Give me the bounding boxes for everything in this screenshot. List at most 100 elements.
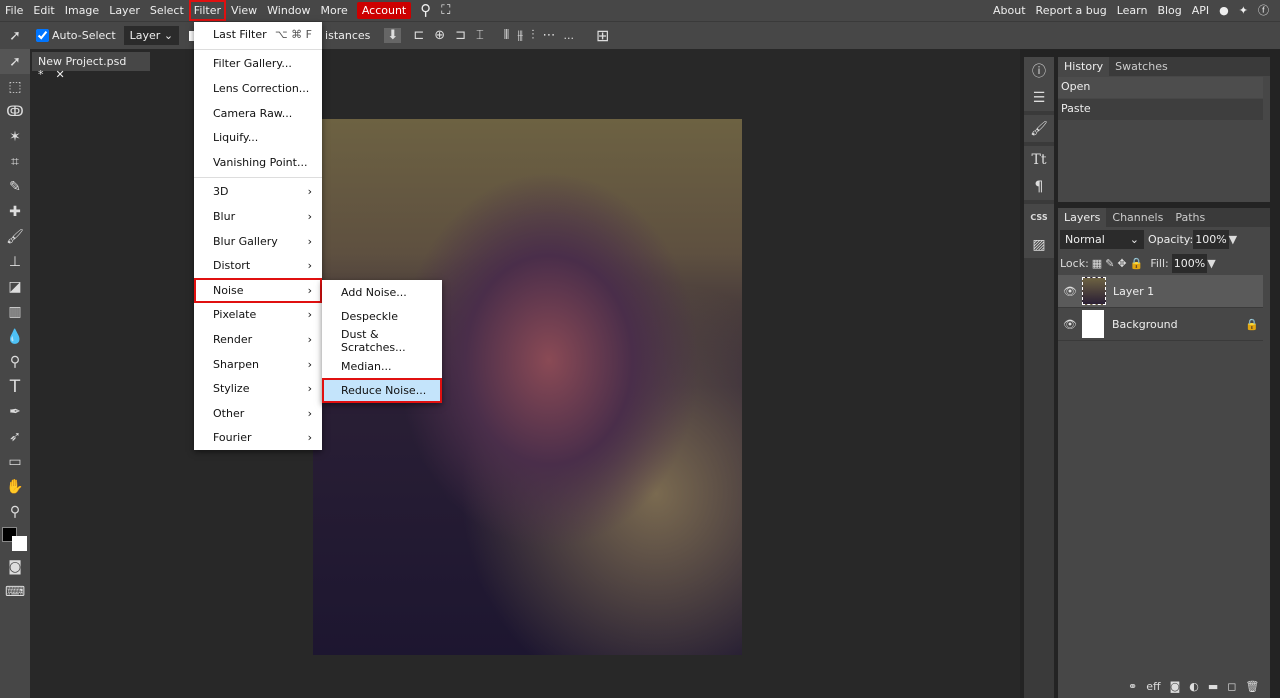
account-button[interactable]: Account — [356, 2, 412, 19]
link-api[interactable]: API — [1187, 0, 1214, 21]
eraser-tool-icon[interactable]: ◪ — [0, 274, 30, 299]
menu-view[interactable]: View — [226, 0, 262, 21]
menu-item-stylize[interactable]: Stylize › — [194, 376, 322, 401]
align-icons[interactable]: ⊏⊕⊐⌶ — [413, 28, 493, 43]
brush-settings-icon[interactable]: 🖌 — [1024, 115, 1054, 142]
background-color[interactable] — [12, 536, 27, 551]
path-select-icon[interactable]: ➶ — [0, 424, 30, 449]
close-icon[interactable]: ✕ — [56, 68, 65, 81]
dodge-tool-icon[interactable]: ⚲ — [0, 349, 30, 374]
tab-history[interactable]: History — [1058, 57, 1110, 76]
layer-row[interactable]: 👁 Layer 1 — [1058, 275, 1263, 308]
shape-tool-icon[interactable]: ▭ — [0, 449, 30, 474]
visibility-eye-icon[interactable]: 👁 — [1058, 318, 1082, 331]
effects-icon[interactable]: eff — [1146, 680, 1160, 693]
menu-item-liquify[interactable]: Liquify... — [194, 125, 322, 150]
fill-input[interactable]: 100% — [1171, 253, 1208, 273]
adjustments-icon[interactable]: ☰ — [1024, 84, 1054, 111]
menu-item-vanishing-point[interactable]: Vanishing Point... — [194, 150, 322, 175]
type-tool-icon[interactable]: T — [0, 374, 30, 399]
blend-mode-select[interactable]: Normal ⌄ — [1060, 229, 1144, 249]
image-icon[interactable]: ▨ — [1024, 231, 1054, 258]
marquee-tool-icon[interactable]: ⬚ — [0, 74, 30, 99]
reddit-icon[interactable]: ● — [1214, 0, 1234, 21]
document-tab[interactable]: New Project.psd * ✕ — [32, 52, 150, 81]
brush-tool-icon[interactable]: 🖌 — [0, 224, 30, 249]
link-blog[interactable]: Blog — [1152, 0, 1186, 21]
new-layer-icon[interactable]: ◻ — [1227, 680, 1236, 693]
quick-mask-icon[interactable]: ◙ — [0, 554, 30, 579]
auto-select-checkbox[interactable] — [36, 29, 49, 42]
menu-item-median[interactable]: Median... — [322, 354, 442, 379]
stamp-tool-icon[interactable]: ⊥ — [0, 249, 30, 274]
menu-item-other[interactable]: Other › — [194, 401, 322, 426]
menu-item-filter-gallery[interactable]: Filter Gallery... — [194, 52, 322, 77]
menu-filter[interactable]: Filter — [188, 0, 227, 21]
history-item[interactable]: Open — [1058, 77, 1263, 98]
fullscreen-icon[interactable]: ⛶ — [436, 0, 455, 21]
folder-icon[interactable]: ▬ — [1208, 680, 1218, 693]
lock-icons[interactable]: ▦✎✥🔒 — [1092, 257, 1147, 270]
download-icon[interactable]: ⬇ — [384, 28, 402, 43]
trash-icon[interactable]: 🗑 — [1245, 680, 1259, 693]
hand-tool-icon[interactable]: ✋ — [0, 474, 30, 499]
menu-item-dust-scratches[interactable]: Dust & Scratches... — [322, 328, 442, 354]
grid-icon[interactable]: ⊞ — [596, 26, 609, 45]
menu-item-noise[interactable]: Noise › — [194, 277, 322, 303]
info-icon[interactable]: ⓘ — [1024, 57, 1054, 84]
menu-layer[interactable]: Layer — [104, 0, 145, 21]
fill-dropdown-icon[interactable]: ▼ — [1207, 257, 1215, 270]
blur-tool-icon[interactable]: 💧 — [0, 324, 30, 349]
menu-more[interactable]: More — [316, 0, 353, 21]
more-options[interactable]: ... — [564, 29, 575, 42]
menu-item-3d[interactable]: 3D › — [194, 180, 322, 205]
mask-icon[interactable]: ◙ — [1170, 680, 1181, 693]
layer-row[interactable]: 👁 Background 🔒 — [1058, 308, 1263, 341]
menu-image[interactable]: Image — [60, 0, 104, 21]
menu-item-blur[interactable]: Blur › — [194, 204, 322, 229]
menu-select[interactable]: Select — [145, 0, 189, 21]
menu-item-lens-correction[interactable]: Lens Correction... — [194, 76, 322, 101]
menu-item-despeckle[interactable]: Despeckle — [322, 305, 442, 330]
magic-wand-icon[interactable]: ✶ — [0, 124, 30, 149]
tab-layers[interactable]: Layers — [1058, 208, 1107, 227]
menu-window[interactable]: Window — [262, 0, 315, 21]
twitter-icon[interactable]: ✦ — [1234, 0, 1253, 21]
menu-item-sharpen[interactable]: Sharpen › — [194, 352, 322, 377]
menu-item-pixelate[interactable]: Pixelate › — [194, 303, 322, 328]
layer-select[interactable]: Layer ⌄ — [123, 26, 180, 45]
opacity-dropdown-icon[interactable]: ▼ — [1229, 233, 1237, 246]
link-report-bug[interactable]: Report a bug — [1031, 0, 1112, 21]
character-icon[interactable]: Tt — [1024, 146, 1054, 173]
link-learn[interactable]: Learn — [1112, 0, 1153, 21]
keyboard-icon[interactable]: ⌨ — [0, 579, 30, 604]
history-item[interactable]: Paste — [1058, 99, 1263, 120]
crop-tool-icon[interactable]: ⌗ — [0, 149, 30, 174]
menu-item-distort[interactable]: Distort › — [194, 253, 322, 278]
menu-item-add-noise[interactable]: Add Noise... — [322, 280, 442, 305]
menu-item-fourier[interactable]: Fourier › — [194, 426, 322, 451]
link-about[interactable]: About — [988, 0, 1031, 21]
menu-file[interactable]: File — [0, 0, 28, 21]
healing-tool-icon[interactable]: ✚ — [0, 199, 30, 224]
menu-item-last-filter[interactable]: Last Filter ⌥ ⌘ F — [194, 22, 322, 47]
tab-swatches[interactable]: Swatches — [1109, 57, 1174, 76]
distribute-icons[interactable]: ⫴⫵⫶⋯ — [504, 28, 564, 43]
menu-item-render[interactable]: Render › — [194, 327, 322, 352]
menu-item-blur-gallery[interactable]: Blur Gallery › — [194, 229, 322, 254]
css-icon[interactable]: CSS — [1024, 204, 1054, 231]
tab-paths[interactable]: Paths — [1169, 208, 1211, 227]
eyedropper-icon[interactable]: ✎ — [0, 174, 30, 199]
menu-edit[interactable]: Edit — [28, 0, 59, 21]
link-layers-icon[interactable]: ⚭ — [1128, 680, 1137, 693]
move-tool-icon[interactable]: ➚ — [0, 49, 30, 74]
zoom-tool-icon[interactable]: ⚲ — [0, 499, 30, 524]
menu-item-reduce-noise[interactable]: Reduce Noise... — [322, 378, 442, 403]
tab-channels[interactable]: Channels — [1106, 208, 1169, 227]
menu-item-camera-raw[interactable]: Camera Raw... — [194, 101, 322, 126]
color-swatches[interactable] — [0, 524, 30, 554]
adjustment-layer-icon[interactable]: ◐ — [1189, 680, 1199, 693]
paragraph-icon[interactable]: ¶ — [1024, 173, 1054, 200]
search-icon[interactable]: ⚲ — [415, 0, 436, 21]
opacity-input[interactable]: 100% — [1193, 229, 1229, 249]
